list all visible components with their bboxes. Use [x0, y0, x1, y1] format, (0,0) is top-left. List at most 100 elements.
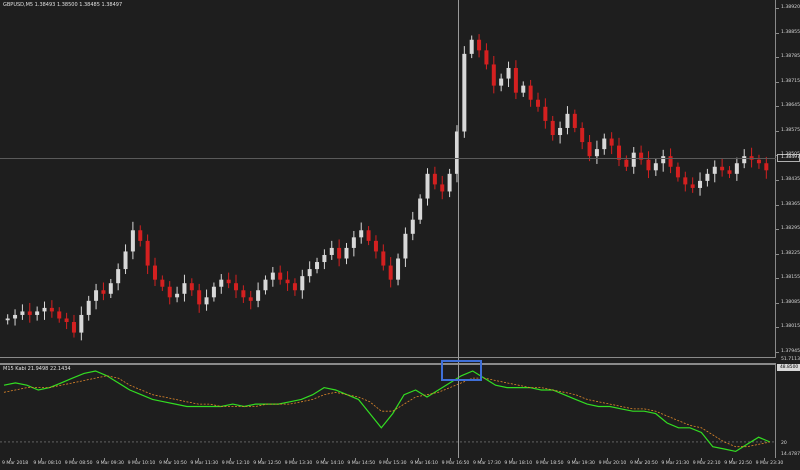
time-tick-label: 9 Mar 18:50 [535, 461, 564, 466]
bull-candle [447, 173, 452, 192]
bear-candle [675, 166, 680, 178]
bear-candle [226, 279, 231, 284]
price-tick-mark [776, 204, 779, 206]
bear-candle [292, 283, 297, 291]
bear-candle [477, 39, 482, 51]
bull-candle [698, 180, 703, 188]
bull-candle [182, 283, 187, 294]
bull-candle [256, 290, 261, 301]
bear-candle [727, 170, 732, 174]
highlight-rectangle [441, 360, 482, 381]
price-tick-mark [776, 106, 779, 108]
bull-candle [351, 237, 356, 248]
time-tick-label: 9 Mar 15:30 [378, 461, 407, 466]
bear-candle [587, 142, 592, 157]
bull-candle [20, 311, 25, 315]
price-tick-mark [776, 253, 779, 255]
time-tick-label: 9 Mar 09:30 [96, 461, 124, 466]
bear-candle [491, 64, 496, 86]
bull-candle [5, 318, 10, 321]
bear-candle [535, 99, 540, 107]
time-tick-mark [167, 458, 168, 461]
time-tick-label: 9 Mar 11:30 [190, 461, 219, 466]
price-tick-label: 1.38295 [781, 226, 800, 232]
time-tick-mark [575, 458, 577, 461]
bull-candle [602, 138, 607, 150]
bear-candle [189, 283, 194, 291]
bear-candle [550, 120, 555, 136]
price-tick-label: 1.38715 [781, 78, 800, 84]
price-tick-label: 1.38085 [781, 299, 800, 305]
bear-candle [71, 322, 76, 333]
price-tick-mark [776, 327, 779, 329]
bear-candle [373, 240, 378, 252]
bull-candle [403, 233, 408, 259]
bull-candle [211, 286, 216, 298]
bull-candle [410, 219, 415, 234]
bear-candle [720, 166, 725, 171]
bear-candle [440, 184, 445, 192]
time-tick-mark [512, 458, 514, 461]
bull-candle [565, 113, 570, 128]
bull-candle [79, 314, 84, 333]
time-tick-mark [449, 458, 451, 461]
crosshair-horizontal-line [0, 158, 776, 159]
bull-candle [469, 39, 474, 54]
bull-candle [108, 283, 113, 294]
time-tick-mark [292, 458, 294, 461]
bull-candle [425, 173, 430, 199]
price-tick-label: 1.38435 [781, 177, 800, 182]
bear-candle [160, 279, 165, 287]
time-tick-label: 9 Mar 20:10 [598, 461, 627, 466]
bull-candle [94, 290, 99, 301]
time-tick-label: 9 Mar 18:10 [504, 461, 533, 466]
bull-candle [175, 293, 180, 298]
price-tick-label: 1.38155 [781, 275, 800, 281]
time-tick-label: 9 Mar 16:10 [410, 461, 438, 466]
bull-candle [631, 152, 636, 167]
time-tick-mark [418, 458, 420, 461]
price-tick-label: 1.38225 [781, 250, 800, 256]
bull-candle [322, 254, 327, 263]
time-tick-label: 9 Mar 14:10 [316, 461, 344, 466]
time-tick-label: 9 Mar 10:10 [127, 461, 156, 466]
price-tick-label: 1.37945 [781, 349, 800, 354]
bull-candle [123, 251, 128, 270]
bull-candle [506, 67, 511, 79]
chart-window[interactable]: GBPUSD,M5 1.38493 1.38500 1.38485 1.3849… [0, 0, 800, 470]
price-tick-mark [776, 352, 779, 353]
bull-candle [594, 149, 599, 157]
bull-candle [13, 314, 18, 319]
price-tick-label: 1.38785 [781, 54, 800, 60]
bear-candle [388, 265, 393, 280]
bear-candle [580, 127, 585, 143]
bull-candle [86, 300, 91, 315]
bull-candle [705, 173, 710, 181]
bear-candle [381, 251, 386, 266]
bull-candle [42, 307, 47, 312]
indicator-pane[interactable] [0, 364, 776, 458]
bull-candle [653, 163, 658, 171]
bear-candle [432, 173, 437, 185]
time-tick-label: 9 Mar 16:50 [441, 461, 470, 466]
bull-candle [219, 279, 224, 287]
time-tick-label: 9 Mar 19:30 [567, 461, 595, 466]
price-tick-mark [776, 229, 779, 231]
bear-candle [64, 318, 69, 323]
time-tick-mark [481, 458, 482, 461]
bull-candle [35, 311, 40, 315]
time-tick-mark [355, 458, 357, 461]
bear-candle [27, 311, 32, 315]
bear-candle [57, 311, 62, 319]
bear-candle [366, 230, 371, 241]
bull-candle [130, 230, 135, 252]
time-tick-label: 9 Mar 08:50 [64, 461, 93, 466]
bear-candle [543, 106, 548, 121]
bull-candle [462, 53, 467, 132]
price-tick-label: 1.38855 [781, 29, 800, 35]
bear-candle [234, 283, 239, 291]
time-tick-label: 9 Mar 17:30 [473, 461, 501, 466]
price-tick-label: 1.38920 [781, 5, 800, 10]
price-chart-pane[interactable] [0, 0, 776, 358]
price-tick-mark [776, 180, 779, 181]
